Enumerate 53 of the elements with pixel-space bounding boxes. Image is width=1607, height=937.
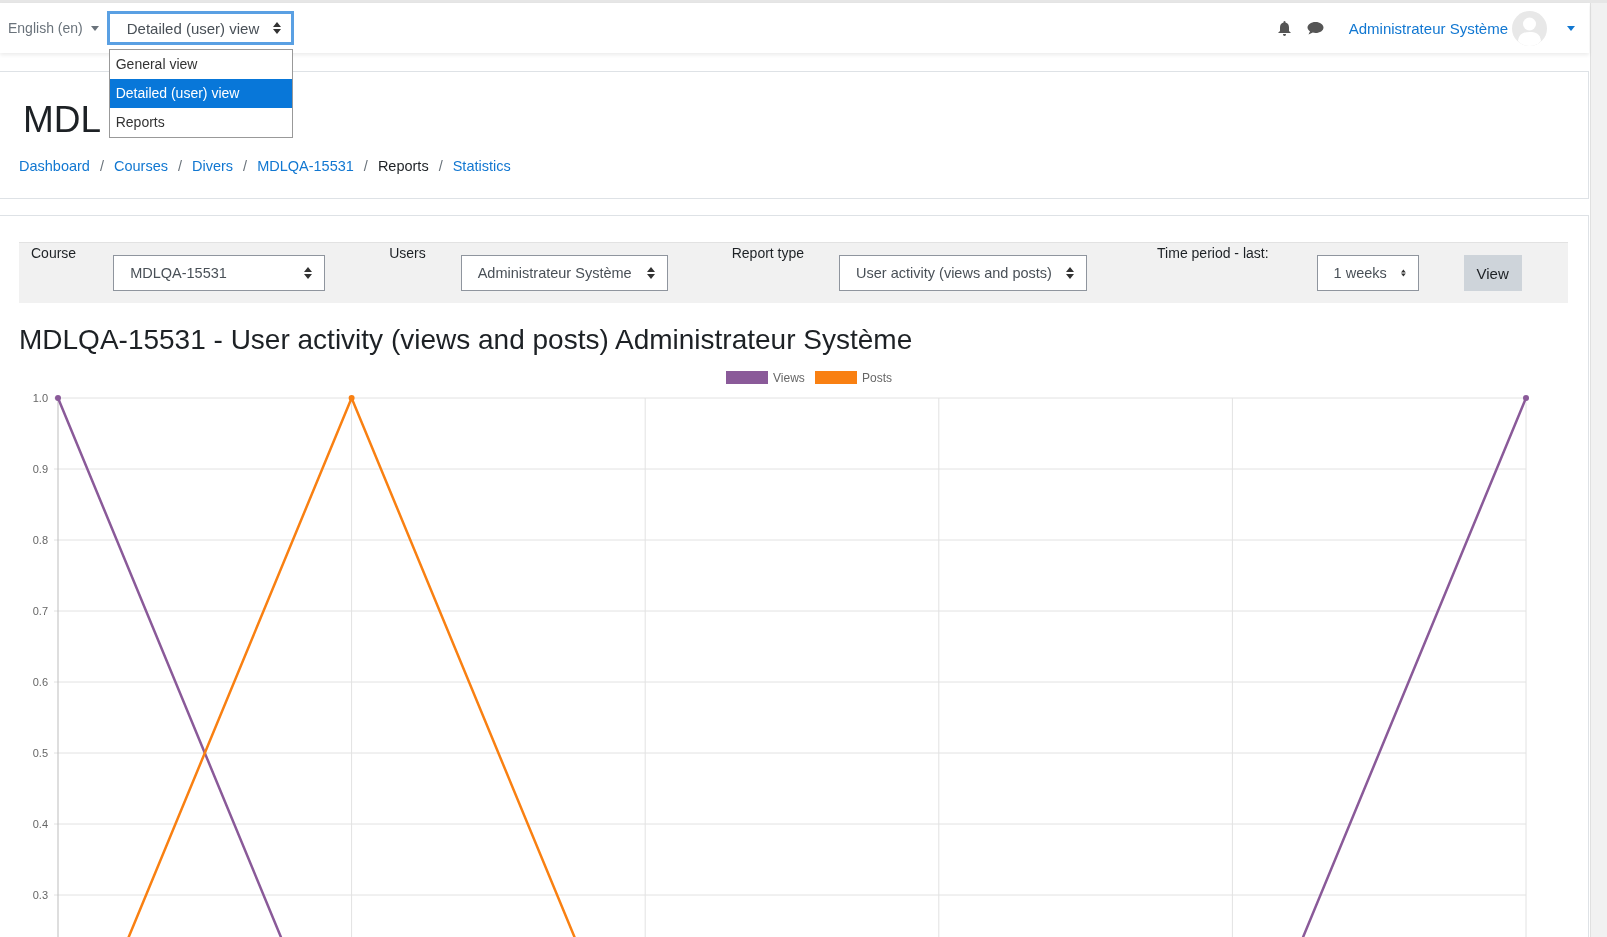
- filter-label: Users: [389, 245, 426, 261]
- bell-icon[interactable]: [1276, 20, 1292, 36]
- updown-caret-icon: [273, 22, 282, 34]
- filter-label: Course: [31, 245, 77, 261]
- legend-label[interactable]: Views: [773, 371, 805, 385]
- select-field[interactable]: MDLQA-15531: [113, 255, 326, 291]
- filter-label: Time period - last:: [1157, 245, 1269, 261]
- language-menu[interactable]: English (en): [0, 20, 99, 36]
- axis-tick-label: 0.3: [32, 889, 48, 901]
- caret-icon: [90, 25, 99, 31]
- updown-caret-icon: [646, 267, 655, 279]
- page-title: MDL: [23, 98, 102, 142]
- menu-option[interactable]: Detailed (user) view: [109, 79, 292, 108]
- scrollbar[interactable]: [1590, 3, 1607, 937]
- filter-label: Report type: [731, 245, 805, 261]
- axis-tick-label: 0.4: [32, 818, 48, 830]
- user-name-link[interactable]: Administrateur Système: [1348, 19, 1508, 37]
- breadcrumb-separator: /: [243, 158, 248, 174]
- breadcrumb-link[interactable]: MDLQA-15531: [257, 158, 354, 174]
- axis-tick-label: 0.8: [32, 534, 48, 546]
- breadcrumb-separator: /: [177, 158, 182, 174]
- legend-label[interactable]: Posts: [862, 371, 892, 385]
- breadcrumb-separator: /: [99, 158, 104, 174]
- data-point: [55, 395, 61, 401]
- updown-caret-icon: [1066, 267, 1075, 279]
- updown-caret-icon: [304, 267, 313, 279]
- view-select[interactable]: Detailed (user) view: [106, 11, 295, 45]
- breadcrumb-link[interactable]: Statistics: [452, 158, 511, 174]
- chat-icon[interactable]: [1306, 21, 1324, 35]
- breadcrumb-current: Reports: [377, 158, 429, 174]
- caret-icon[interactable]: [1567, 25, 1575, 31]
- axis-tick-label: 0.9: [32, 463, 48, 475]
- view-button[interactable]: View: [1463, 255, 1522, 291]
- breadcrumb-separator: /: [363, 158, 368, 174]
- breadcrumb-link[interactable]: Divers: [192, 158, 234, 174]
- legend-swatch[interactable]: [815, 371, 857, 384]
- menu-option[interactable]: General view: [109, 50, 292, 79]
- select-field[interactable]: 1 weeks: [1316, 255, 1419, 291]
- select-field[interactable]: Administrateur Système: [460, 255, 668, 291]
- breadcrumb-link[interactable]: Courses: [113, 158, 168, 174]
- report-title: MDLQA-15531 - User activity (views and posts) Administrateur Système: [19, 323, 914, 357]
- data-point: [1523, 395, 1529, 401]
- select-field[interactable]: User activity (views and posts): [839, 255, 1088, 291]
- axis-tick-label: 1.0: [32, 392, 48, 404]
- updown-caret-icon: [1400, 267, 1406, 279]
- axis-tick-label: 0.5: [32, 747, 48, 759]
- breadcrumb-separator: /: [438, 158, 443, 174]
- breadcrumb-link[interactable]: Dashboard: [19, 158, 90, 174]
- data-point: [348, 395, 355, 401]
- axis-tick-label: 0.6: [32, 676, 48, 688]
- menu-option[interactable]: Reports: [109, 108, 292, 137]
- axis-tick-label: 0.7: [32, 605, 48, 617]
- legend-swatch[interactable]: [726, 371, 768, 384]
